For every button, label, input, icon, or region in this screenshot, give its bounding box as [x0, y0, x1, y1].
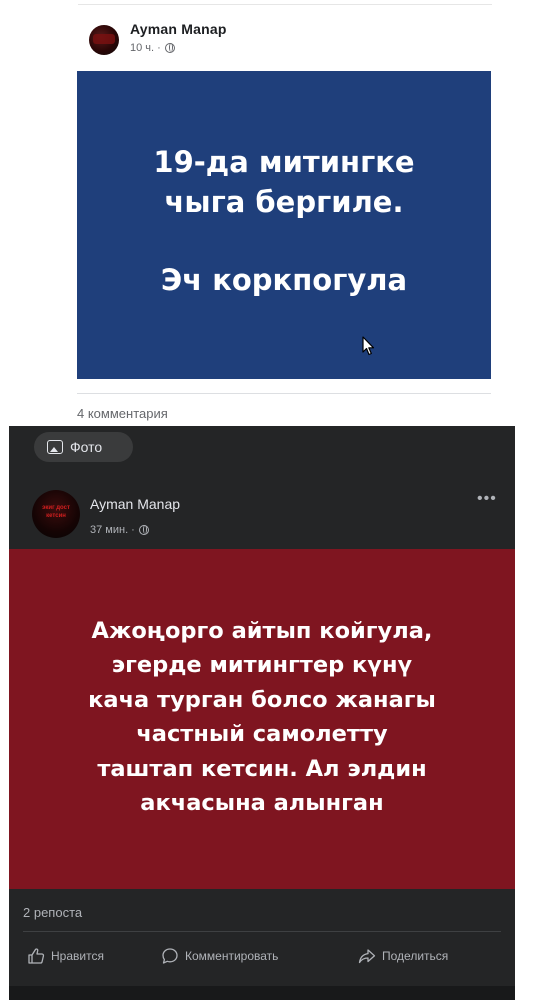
post-image[interactable]: Ажоңорго айтып койгула, эгерде митингтер… — [9, 549, 515, 889]
more-horizontal-icon[interactable]: ••• — [477, 491, 497, 507]
post-dark: Фото экиг дост кетсин Ayman Manap 37 мин… — [0, 426, 533, 1000]
top-divider — [78, 4, 492, 5]
comment-button[interactable]: Комментировать — [161, 941, 278, 971]
author-name[interactable]: Ayman Manap — [90, 496, 180, 512]
comments-count[interactable]: 4 комментария — [77, 406, 168, 421]
image-text-secondary: Эч коркпогула — [160, 263, 408, 297]
dark-panel: Фото экиг дост кетсин Ayman Manap 37 мин… — [9, 426, 515, 1000]
reposts-count[interactable]: 2 репоста — [23, 905, 82, 920]
bottom-strip — [9, 986, 515, 1000]
globe-icon — [138, 525, 149, 535]
photo-tab-label: Фото — [70, 439, 103, 455]
mouse-cursor-icon — [362, 336, 375, 356]
like-label: Нравится — [51, 949, 104, 963]
globe-icon — [164, 43, 175, 53]
post-meta: 10 ч. · — [130, 42, 175, 54]
post-time[interactable]: 37 мин. · — [90, 524, 135, 536]
post-light: Ayman Manap 10 ч. · 19-да митингке чыга … — [0, 0, 533, 430]
image-text: Ажоңорго айтып койгула, эгерде митингтер… — [88, 617, 436, 817]
post-image[interactable]: 19-да митингке чыга бергиле. Эч коркпогу… — [77, 71, 491, 379]
author-name[interactable]: Ayman Manap — [130, 21, 227, 37]
photo-icon — [47, 440, 63, 454]
share-label: Поделиться — [382, 949, 449, 963]
action-bar: Нравится Комментировать Поделиться — [9, 941, 515, 971]
share-button[interactable]: Поделиться — [358, 941, 448, 971]
photo-tab-button[interactable]: Фото — [34, 432, 133, 462]
divider — [23, 931, 501, 932]
like-button[interactable]: Нравится — [27, 941, 104, 971]
post-meta: 37 мин. · — [90, 524, 149, 536]
avatar[interactable]: экиг дост кетсин — [32, 490, 80, 538]
image-text-main: 19-да митингке чыга бергиле. — [153, 145, 415, 219]
divider — [77, 393, 491, 394]
comment-icon — [162, 948, 178, 964]
share-arrow-icon — [358, 949, 376, 964]
thumbs-up-icon — [28, 948, 45, 964]
comment-label: Комментировать — [185, 949, 279, 963]
avatar-text: экиг дост кетсин — [42, 505, 70, 519]
avatar[interactable] — [89, 25, 119, 55]
post-time[interactable]: 10 ч. · — [130, 42, 161, 54]
